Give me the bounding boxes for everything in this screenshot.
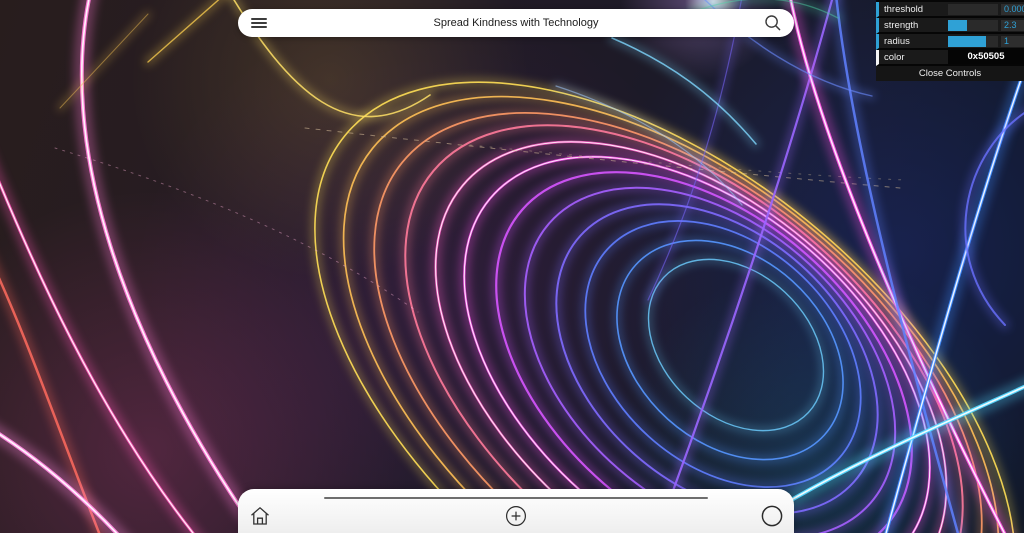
radius-value[interactable]: 1 — [1001, 35, 1024, 47]
app-window: Spread Kindness with Technology threshol… — [0, 0, 1024, 533]
search-query-text[interactable]: Spread Kindness with Technology — [278, 9, 754, 37]
control-label: color — [884, 51, 905, 63]
threshold-value[interactable]: 0.0000 — [1001, 3, 1024, 15]
control-label: radius — [884, 35, 910, 47]
control-row-radius: radius 1 — [876, 34, 1024, 50]
toolbar-divider — [324, 497, 708, 499]
strength-value[interactable]: 2.3 — [1001, 19, 1024, 31]
record-circle-icon[interactable] — [760, 504, 784, 528]
controls-panel: threshold 0.0000 strength 2.3 radius 1 c… — [876, 0, 1024, 81]
add-icon[interactable] — [504, 504, 528, 528]
color-swatch[interactable]: 0x50505 — [948, 50, 1024, 64]
toolbar-icons — [238, 504, 794, 528]
control-row-strength: strength 2.3 — [876, 18, 1024, 34]
threshold-slider[interactable] — [948, 3, 998, 15]
strength-slider[interactable] — [948, 19, 998, 31]
radius-slider[interactable] — [948, 35, 998, 47]
control-row-threshold: threshold 0.0000 — [876, 2, 1024, 18]
home-icon[interactable] — [248, 504, 272, 528]
menu-icon[interactable] — [251, 18, 267, 28]
slider-fill — [948, 35, 986, 47]
control-label: threshold — [884, 3, 924, 15]
slider-fill — [948, 19, 967, 31]
search-bar[interactable]: Spread Kindness with Technology — [238, 9, 794, 37]
close-controls-button[interactable]: Close Controls — [876, 66, 1024, 81]
control-row-color: color 0x50505 — [876, 50, 1024, 66]
control-label: strength — [884, 19, 919, 31]
search-icon[interactable] — [764, 14, 782, 32]
background-art — [0, 0, 1024, 533]
bottom-toolbar — [238, 489, 794, 533]
